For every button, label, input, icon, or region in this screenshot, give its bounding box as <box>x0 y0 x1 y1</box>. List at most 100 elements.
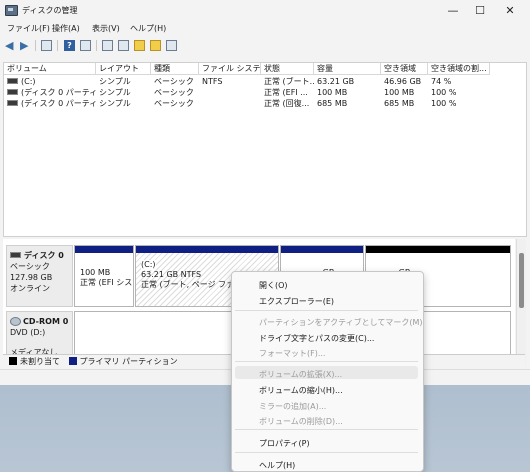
menu-separator <box>235 310 418 311</box>
row-capacity: 63.21 GB <box>317 77 355 86</box>
window-icon[interactable] <box>166 40 177 51</box>
legend-unallocated: 未割り当て <box>20 357 60 366</box>
partition-efi-status: 正常 (EFI シス <box>80 278 133 287</box>
row-status: 正常 (EFI ... <box>264 88 308 97</box>
minimize-button[interactable]: — <box>440 2 466 18</box>
disk-management-icon <box>5 5 18 16</box>
primary-swatch <box>68 356 77 365</box>
row-status: 正常 (ブート... <box>264 77 314 86</box>
menu-delete-volume: ボリュームの削除(D)... <box>259 417 343 426</box>
maximize-button[interactable]: ☐ <box>467 2 493 18</box>
row-filesystem <box>199 98 261 109</box>
row-filesystem <box>199 87 261 98</box>
disk-0-name: ディスク 0 <box>24 251 64 260</box>
row-free: 685 MB <box>384 99 415 108</box>
row-type: ベーシック <box>154 77 194 86</box>
partition-efi-text: 100 MB 正常 (EFI シス <box>80 268 132 288</box>
cdrom-0-drive: DVD (D:) <box>10 328 46 337</box>
volume-name: (C:) <box>21 77 36 86</box>
close-button[interactable]: ✕ <box>497 2 523 18</box>
column-header-volume[interactable]: ボリューム <box>4 63 96 75</box>
row-volume-cell: (C:) <box>4 76 96 87</box>
properties-icon[interactable] <box>150 40 161 51</box>
row-free-percent: 100 % <box>431 99 457 108</box>
primary-partition-bar <box>281 246 363 253</box>
column-header-type[interactable]: 種類 <box>151 63 199 75</box>
row-free-percent: 74 % <box>431 77 452 86</box>
menu-open[interactable]: 開く(O) <box>259 280 288 291</box>
primary-partition-bar <box>136 246 278 253</box>
column-header-capacity[interactable]: 容量 <box>314 63 381 75</box>
row-capacity: 685 MB <box>317 99 348 108</box>
toolbar-separator <box>57 40 58 51</box>
column-header-free[interactable]: 空き領域 <box>381 63 428 75</box>
row-filesystem: NTFS <box>202 77 223 86</box>
toolbar: ◀ ▶ ? <box>0 37 530 55</box>
column-header-free-percent[interactable]: 空き領域の割... <box>428 63 490 75</box>
menu-shrink-volume[interactable]: ボリュームの縮小(H)... <box>259 385 343 396</box>
row-free-percent: 100 % <box>431 88 457 97</box>
check-icon[interactable] <box>118 40 129 51</box>
primary-partition-bar <box>75 246 133 253</box>
legend-primary: プライマリ パーティション <box>79 357 178 366</box>
title-bar: ディスクの管理 — ☐ ✕ <box>0 0 530 20</box>
row-volume-cell: (ディスク 0 パーティショ... <box>4 98 96 109</box>
menu-change-drive-letter[interactable]: ドライブ文字とパスの変更(C)... <box>259 333 374 344</box>
row-volume-cell: (ディスク 0 パーティショ... <box>4 87 96 98</box>
unallocated-swatch <box>9 356 17 365</box>
graphical-view-scrollbar[interactable] <box>516 239 526 366</box>
row-type: ベーシック <box>154 99 194 108</box>
menu-file[interactable]: ファイル(F) <box>7 23 50 34</box>
row-free: 100 MB <box>384 88 415 97</box>
back-arrow-icon[interactable]: ◀ <box>5 40 16 51</box>
view-icon[interactable] <box>80 40 91 51</box>
unallocated-bar <box>366 246 510 253</box>
forward-arrow-icon[interactable]: ▶ <box>20 40 31 51</box>
folder-icon[interactable] <box>134 40 145 51</box>
toolbar-separator <box>96 40 97 51</box>
context-menu: 開く(O) エクスプローラー(E) パーティションをアクティブとしてマーク(M)… <box>231 271 424 472</box>
row-layout: シンプル <box>99 99 131 108</box>
menu-mark-active: パーティションをアクティブとしてマーク(M) <box>259 318 423 327</box>
volume-name: (ディスク 0 パーティショ... <box>21 88 96 97</box>
menu-extend-volume: ボリュームの拡張(X)... <box>259 370 343 379</box>
drive-icon <box>7 99 18 106</box>
menu-separator <box>235 429 418 430</box>
volume-list[interactable]: ボリューム レイアウト 種類 ファイル システム 状態 容量 空き領域 空き領域… <box>3 62 527 237</box>
menu-explorer[interactable]: エクスプローラー(E) <box>259 296 334 307</box>
row-free: 46.96 GB <box>384 77 422 86</box>
row-layout: シンプル <box>99 77 131 86</box>
row-layout: シンプル <box>99 88 131 97</box>
partition-c-letter: (C:) <box>141 260 156 270</box>
menu-add-mirror: ミラーの追加(A)... <box>259 402 327 411</box>
column-header-filesystem[interactable]: ファイル システム <box>199 63 261 75</box>
disk-0-label[interactable]: ディスク 0 ベーシック 127.98 GB オンライン <box>6 245 73 307</box>
disk-0-type: ベーシック <box>10 262 50 271</box>
menu-help-item[interactable]: ヘルプ(H) <box>259 460 295 471</box>
column-header-status[interactable]: 状態 <box>261 63 314 75</box>
menu-action[interactable]: 操作(A) <box>52 23 80 34</box>
cdrom-0-name: CD-ROM 0 <box>23 317 69 326</box>
connect-icon[interactable] <box>102 40 113 51</box>
menu-bar: ファイル(F) 操作(A) 表示(V) ヘルプ(H) <box>0 20 530 36</box>
toolbar-separator <box>35 40 36 51</box>
menu-help[interactable]: ヘルプ(H) <box>130 23 166 34</box>
menu-separator <box>235 452 418 453</box>
console-tree-icon[interactable] <box>41 40 52 51</box>
help-icon[interactable]: ? <box>64 40 75 51</box>
drive-icon <box>7 77 18 84</box>
column-header-layout[interactable]: レイアウト <box>96 63 151 75</box>
disk-icon <box>10 251 21 258</box>
partition-efi[interactable]: 100 MB 正常 (EFI シス <box>74 245 134 307</box>
disk-0-size: 127.98 GB <box>10 273 53 282</box>
drive-icon <box>7 88 18 95</box>
menu-separator <box>235 361 418 362</box>
volume-name: (ディスク 0 パーティショ... <box>21 99 96 108</box>
cdrom-icon <box>10 317 21 326</box>
menu-properties[interactable]: プロパティ(P) <box>259 438 310 449</box>
scrollbar-thumb[interactable] <box>519 253 524 308</box>
menu-format: フォーマット(F)... <box>259 349 326 358</box>
menu-view[interactable]: 表示(V) <box>92 23 120 34</box>
partition-efi-size: 100 MB <box>80 268 111 277</box>
row-status: 正常 (回復... <box>264 99 310 108</box>
